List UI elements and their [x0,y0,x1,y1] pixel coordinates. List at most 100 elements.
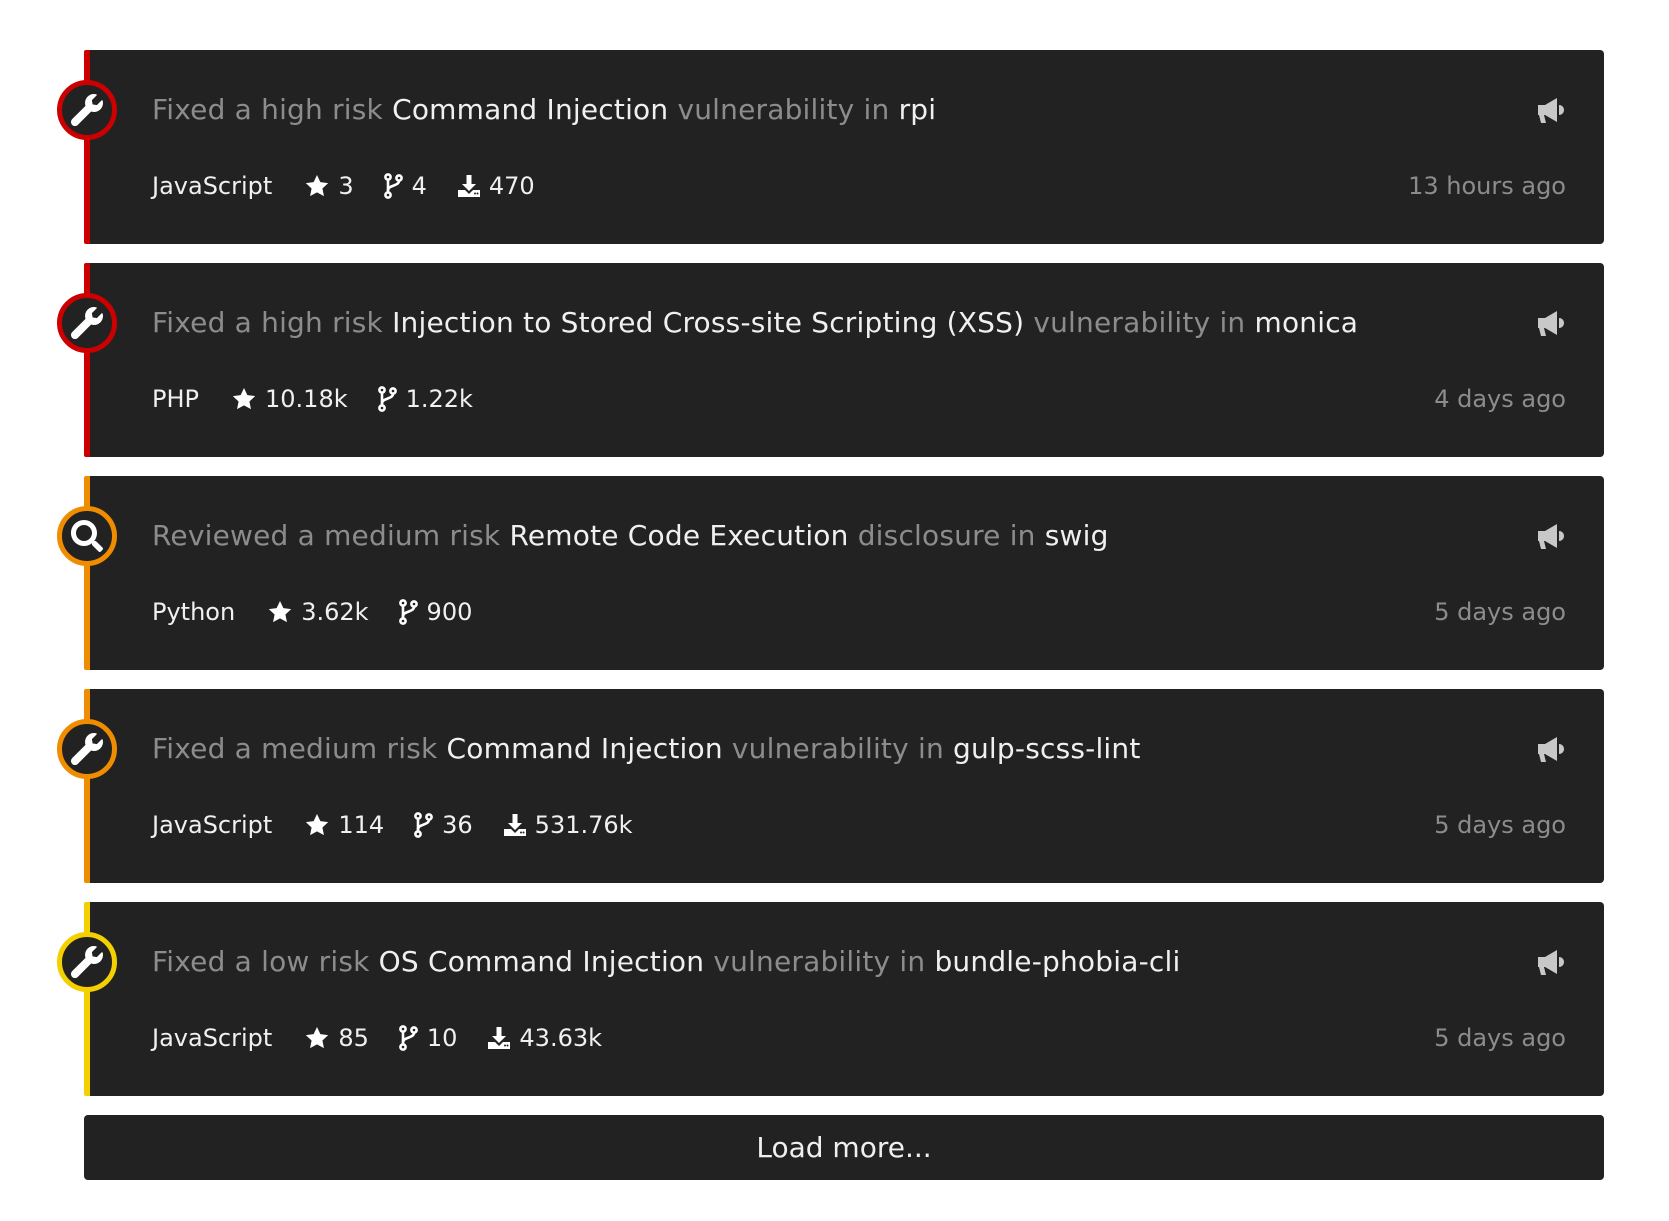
language-label: JavaScript [152,811,273,839]
package-name[interactable]: bundle-phobia-cli [934,945,1180,978]
forks-stat: 36 [414,811,473,839]
activity-card[interactable]: Reviewed a medium risk Remote Code Execu… [57,476,1604,670]
fork-icon [398,599,427,625]
activity-kind: vulnerability in [677,93,890,126]
risk-badge [57,932,117,992]
star-icon [267,599,301,625]
activity-feed: Fixed a high risk Command Injection vuln… [57,50,1604,1180]
forks-count: 900 [426,598,473,626]
megaphone-icon[interactable] [1536,96,1566,124]
risk-level: high risk [261,306,383,339]
star-icon [304,173,338,199]
stars-stat: 3.62k [267,598,369,626]
stars-count: 3.62k [301,598,369,626]
search-icon [71,520,103,552]
language-label: JavaScript [152,1024,273,1052]
downloads-count: 43.63k [519,1024,603,1052]
activity-headline: Fixed a low risk OS Command Injection vu… [152,942,1180,982]
repo-stats: PHP 10.18k 1.22k [152,379,503,419]
megaphone-icon[interactable] [1536,309,1566,337]
risk-badge [57,293,117,353]
download-icon [487,1026,519,1050]
activity-card[interactable]: Fixed a medium risk Command Injection vu… [57,689,1604,883]
megaphone-icon[interactable] [1536,948,1566,976]
downloads-count: 470 [488,172,535,200]
forks-count: 10 [426,1024,458,1052]
language-label: JavaScript [152,172,273,200]
star-icon [231,386,265,412]
downloads-stat: 43.63k [487,1024,602,1052]
risk-level: medium risk [261,732,438,765]
vulnerability-title[interactable]: OS Command Injection [379,945,705,978]
activity-action: Fixed a [152,945,253,978]
stars-stat: 3 [304,172,354,200]
fork-icon [377,386,406,412]
activity-kind: vulnerability in [713,945,926,978]
downloads-stat: 470 [457,172,535,200]
activity-list: Fixed a high risk Command Injection vuln… [57,50,1604,1096]
package-name[interactable]: monica [1254,306,1358,339]
load-more-button[interactable]: Load more... [84,1115,1604,1180]
timestamp: 5 days ago [1434,1024,1566,1052]
activity-action: Fixed a [152,93,253,126]
activity-card[interactable]: Fixed a low risk OS Command Injection vu… [57,902,1604,1096]
activity-headline: Fixed a medium risk Command Injection vu… [152,729,1141,769]
star-icon [304,1025,338,1051]
language-label: Python [152,598,236,626]
activity-headline: Fixed a high risk Command Injection vuln… [152,90,936,130]
activity-action: Fixed a [152,732,253,765]
activity-card[interactable]: Fixed a high risk Injection to Stored Cr… [57,263,1604,457]
activity-card[interactable]: Fixed a high risk Command Injection vuln… [57,50,1604,244]
vulnerability-title[interactable]: Injection to Stored Cross-site Scripting… [392,306,1024,339]
package-name[interactable]: rpi [899,93,937,126]
activity-headline: Fixed a high risk Injection to Stored Cr… [152,303,1358,343]
risk-level: medium risk [324,519,501,552]
wrench-icon [71,307,103,339]
activity-headline: Reviewed a medium risk Remote Code Execu… [152,516,1109,556]
forks-stat: 900 [398,598,473,626]
fork-icon [398,1025,427,1051]
fork-icon [383,173,412,199]
repo-stats: Python 3.62k 900 [152,592,502,632]
stars-stat: 10.18k [231,385,348,413]
vulnerability-title[interactable]: Command Injection [447,732,723,765]
activity-action: Reviewed a [152,519,315,552]
package-name[interactable]: swig [1045,519,1109,552]
activity-kind: vulnerability in [731,732,944,765]
repo-stats: JavaScript 85 10 43.63k [152,1018,632,1058]
risk-badge [57,506,117,566]
downloads-count: 531.76k [534,811,633,839]
repo-stats: JavaScript 3 4 470 [152,166,565,206]
forks-stat: 1.22k [377,385,473,413]
package-name[interactable]: gulp-scss-lint [953,732,1141,765]
download-icon [503,813,535,837]
timestamp: 5 days ago [1434,811,1566,839]
timestamp: 13 hours ago [1408,172,1566,200]
timestamp: 4 days ago [1434,385,1566,413]
stars-stat: 85 [304,1024,369,1052]
timestamp: 5 days ago [1434,598,1566,626]
stars-count: 10.18k [265,385,348,413]
stars-count: 114 [338,811,385,839]
risk-badge [57,719,117,779]
megaphone-icon[interactable] [1536,522,1566,550]
forks-stat: 10 [398,1024,458,1052]
risk-level: low risk [261,945,370,978]
language-label: PHP [152,385,199,413]
downloads-stat: 531.76k [503,811,633,839]
forks-count: 36 [442,811,473,839]
vulnerability-title[interactable]: Remote Code Execution [509,519,848,552]
fork-icon [414,812,442,838]
wrench-icon [71,733,103,765]
megaphone-icon[interactable] [1536,735,1566,763]
forks-count: 1.22k [405,385,473,413]
risk-level: high risk [261,93,383,126]
download-icon [457,174,489,198]
wrench-icon [71,94,103,126]
risk-badge [57,80,117,140]
vulnerability-title[interactable]: Command Injection [392,93,668,126]
stars-count: 85 [338,1024,369,1052]
activity-action: Fixed a [152,306,253,339]
activity-kind: vulnerability in [1033,306,1246,339]
activity-kind: disclosure in [857,519,1036,552]
